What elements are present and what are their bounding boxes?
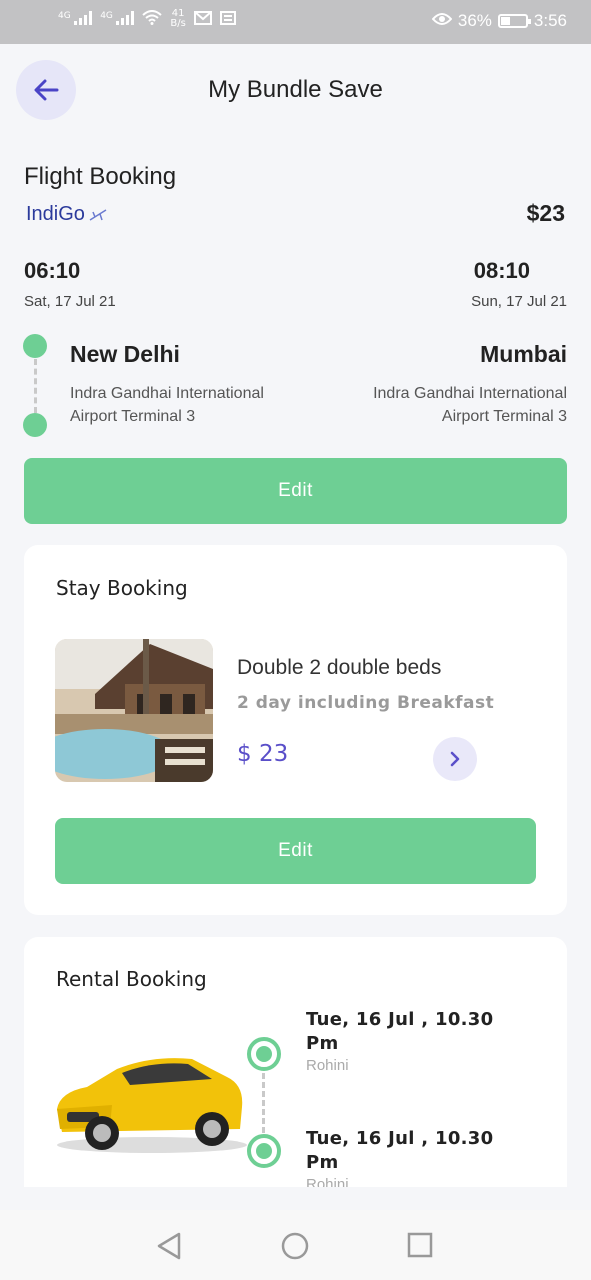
rental-section-title: Rental Booking: [56, 967, 207, 991]
drop-time: Tue, 16 Jul , 10.30 Pm: [306, 1128, 494, 1173]
room-details-button[interactable]: [433, 737, 477, 781]
status-icons-right: 36% 3:56: [431, 11, 567, 31]
origin-city: New Delhi: [70, 341, 180, 367]
signal-icon-2: 4G: [100, 10, 135, 28]
gmail-icon: [193, 10, 212, 28]
destination-airport-line2: Airport Terminal 3: [441, 408, 567, 425]
nav-home-icon[interactable]: [281, 1232, 309, 1260]
arrive-time: 08:10: [473, 258, 530, 283]
stay-edit-button[interactable]: Edit: [55, 818, 536, 884]
eye-comfort-icon: [431, 11, 453, 31]
car-image: [52, 1037, 252, 1157]
origin-airport: Indra Gandhai International Airport Term…: [70, 382, 264, 428]
pickup-time: Tue, 16 Jul , 10.30 Pm: [306, 1009, 494, 1054]
drop-location: Rohini: [306, 1176, 349, 1187]
wifi-icon: [142, 10, 163, 28]
stay-booking-card: Stay Booking Double 2 double beds 2 day …: [24, 545, 567, 915]
origin-airport-line2: Airport Terminal 3: [70, 408, 196, 425]
origin-airport-line1: Indra Gandhai International: [70, 385, 264, 402]
origin-dot: [23, 334, 47, 358]
arrive-date: Sun, 17 Jul 21: [471, 293, 567, 310]
depart-time: 06:10: [24, 258, 81, 283]
notification-icon: [219, 10, 236, 28]
destination-airport: Indra Gandhai International Airport Term…: [373, 382, 567, 428]
flight-section-title: Flight Booking: [24, 163, 177, 190]
status-icons-left: 4G 4G 41 B/s: [58, 9, 236, 29]
room-price: $ 23: [237, 741, 289, 767]
system-nav-bar: [0, 1210, 591, 1280]
airline-name: IndiGo: [26, 203, 85, 225]
plane-icon: [89, 208, 107, 221]
clock: 3:56: [533, 11, 567, 30]
nav-back-icon[interactable]: [156, 1232, 182, 1260]
status-bar: 4G 4G 41 B/s 36% 3:56: [0, 0, 591, 44]
rental-route-line: [262, 1073, 265, 1133]
chevron-right-icon: [450, 751, 460, 767]
flight-price: $23: [526, 200, 565, 226]
stay-section-title: Stay Booking: [56, 576, 188, 600]
room-details: 2 day including Breakfast: [237, 693, 495, 713]
signal-icon-1: 4G: [58, 10, 93, 28]
pickup-location: Rohini: [306, 1057, 349, 1074]
airline-logo: IndiGo: [26, 203, 107, 226]
depart-date: Sat, 17 Jul 21: [24, 293, 116, 310]
hotel-image: [55, 639, 213, 782]
page-title: My Bundle Save: [208, 76, 383, 103]
flight-edit-button[interactable]: Edit: [24, 458, 567, 524]
drop-marker: [247, 1134, 281, 1168]
destination-city: Mumbai: [480, 341, 567, 367]
nav-recents-icon[interactable]: [407, 1232, 433, 1258]
battery-percent: 36%: [457, 11, 492, 30]
rental-booking-card: Rental Booking Tue, 16 Jul , 10.30 Pm Ro…: [24, 937, 567, 1187]
battery-icon: [497, 14, 531, 28]
route-line: [34, 359, 37, 413]
pickup-marker: [247, 1037, 281, 1071]
destination-airport-line1: Indra Gandhai International: [373, 385, 567, 402]
network-speed: 41 B/s: [170, 8, 186, 29]
room-name: Double 2 double beds: [237, 656, 442, 679]
battery-level: [500, 17, 510, 25]
destination-dot: [23, 413, 47, 437]
